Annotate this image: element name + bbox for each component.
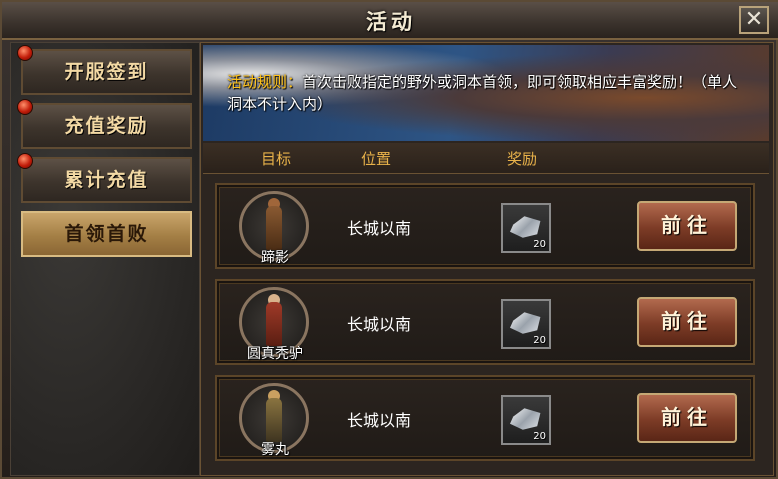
- rules-text: 活动规则：首次击败指定的野外或洞本首领，即可领取相应丰富奖励！（单人洞本不计入内…: [227, 71, 747, 115]
- table-row: 蹄影 长城以南 20 前往: [215, 183, 755, 269]
- title-bar: 活动 ✕: [2, 2, 778, 40]
- boss-location: 长城以南: [347, 411, 412, 430]
- window-title: 活动: [366, 10, 416, 34]
- sidebar-item-label: 首领首败: [64, 223, 149, 245]
- reward-count: 20: [533, 239, 546, 250]
- reward-count: 20: [533, 431, 546, 442]
- boss-figure: [266, 302, 282, 346]
- sidebar-item-cumulative-recharge[interactable]: 累计充值: [17, 153, 192, 203]
- ore-item-icon: [510, 312, 541, 334]
- go-button[interactable]: 前往: [637, 297, 737, 347]
- reward-slot[interactable]: 20: [501, 203, 551, 253]
- column-header-reward: 奖励: [507, 150, 538, 168]
- boss-name: 蹄影: [261, 250, 289, 266]
- boss-figure: [266, 206, 282, 250]
- main-panel: 活动规则：首次击败指定的野外或洞本首领，即可领取相应丰富奖励！（单人洞本不计入内…: [200, 42, 774, 476]
- sidebar-item-label: 累计充值: [64, 169, 149, 191]
- boss-location: 长城以南: [347, 315, 412, 334]
- close-icon: ✕: [744, 7, 764, 32]
- sidebar-item-label: 充值奖励: [64, 115, 149, 137]
- close-button[interactable]: ✕: [739, 6, 769, 34]
- sidebar-item-recharge-reward[interactable]: 充值奖励: [17, 99, 192, 149]
- ore-item-icon: [510, 216, 541, 238]
- ore-item-icon: [510, 408, 541, 430]
- notification-dot-icon: [17, 153, 33, 169]
- sidebar-item-label: 开服签到: [64, 61, 149, 83]
- boss-name: 圆真秃驴: [247, 346, 303, 362]
- table-row: 雾丸 长城以南 20 前往: [215, 375, 755, 461]
- rules-label: 活动规则：: [227, 73, 303, 91]
- go-button[interactable]: 前往: [637, 393, 737, 443]
- activity-window: 活动 ✕ 开服签到 充值奖励 累计充值 首领首败 活动规则：首次击败指定的野外或…: [0, 0, 778, 479]
- column-header-target: 目标: [261, 150, 292, 168]
- sidebar-item-signin[interactable]: 开服签到: [17, 45, 192, 95]
- go-button[interactable]: 前往: [637, 201, 737, 251]
- boss-location: 长城以南: [347, 219, 412, 238]
- reward-slot[interactable]: 20: [501, 299, 551, 349]
- reward-slot[interactable]: 20: [501, 395, 551, 445]
- table-row: 圆真秃驴 长城以南 20 前往: [215, 279, 755, 365]
- boss-figure: [266, 398, 282, 442]
- sidebar: 开服签到 充值奖励 累计充值 首领首败: [10, 42, 200, 476]
- boss-name: 雾丸: [261, 442, 289, 458]
- rules-banner: 活动规则：首次击败指定的野外或洞本首领，即可领取相应丰富奖励！（单人洞本不计入内…: [203, 45, 769, 141]
- reward-count: 20: [533, 335, 546, 346]
- rules-body: 首次击败指定的野外或洞本首领，即可领取相应丰富奖励！（单人洞本不计入内）: [227, 73, 738, 113]
- notification-dot-icon: [17, 45, 33, 61]
- table-header: 目标 位置 奖励: [203, 143, 769, 174]
- column-header-location: 位置: [361, 150, 392, 168]
- sidebar-item-first-boss-kill[interactable]: 首领首败: [21, 211, 192, 257]
- notification-dot-icon: [17, 99, 33, 115]
